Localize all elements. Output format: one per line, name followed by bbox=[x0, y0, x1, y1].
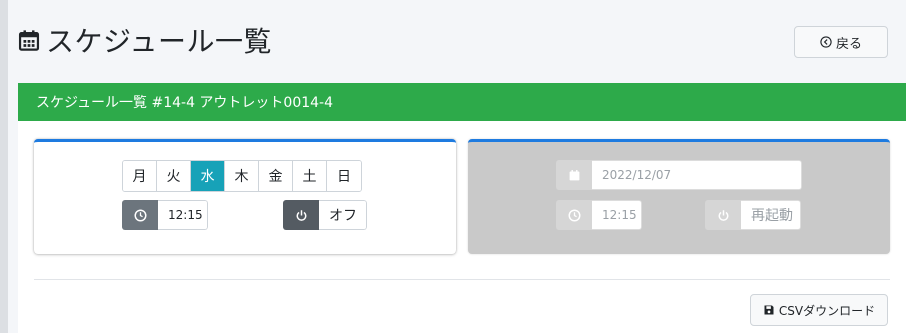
oneshot-action-group: 再起動 bbox=[705, 200, 801, 230]
day-thu[interactable]: 木 bbox=[225, 161, 259, 191]
oneshot-action-select[interactable]: 再起動 bbox=[741, 200, 801, 230]
oneshot-time-group: 12:15 bbox=[556, 200, 642, 230]
clock-icon bbox=[133, 208, 147, 222]
oneshot-date-addon bbox=[556, 160, 592, 190]
weekly-time-input[interactable]: 12:15 bbox=[158, 200, 208, 230]
day-mon[interactable]: 月 bbox=[123, 161, 157, 191]
weekly-power-addon bbox=[283, 200, 319, 230]
back-button-label: 戻る bbox=[835, 36, 862, 52]
day-selector: 月 火 水 木 金 土 日 bbox=[122, 160, 362, 192]
weekly-power-group: オフ bbox=[283, 200, 367, 230]
circle-arrow-left-icon bbox=[820, 36, 832, 48]
csv-download-label: CSVダウンロード bbox=[778, 303, 876, 318]
oneshot-time-input[interactable]: 12:15 bbox=[592, 200, 642, 230]
day-sun[interactable]: 日 bbox=[327, 161, 361, 191]
oneshot-clock-addon bbox=[556, 200, 592, 230]
section-divider bbox=[34, 279, 890, 280]
day-tue[interactable]: 火 bbox=[157, 161, 191, 191]
page-header: スケジュール一覧 戻る bbox=[18, 0, 888, 70]
calendar-icon bbox=[18, 30, 40, 51]
weekly-power-select[interactable]: オフ bbox=[319, 200, 367, 230]
back-button[interactable]: 戻る bbox=[794, 26, 888, 58]
save-icon bbox=[764, 305, 774, 315]
schedule-banner-text: スケジュール一覧 #14-4 アウトレット0014-4 bbox=[36, 95, 334, 111]
day-fri[interactable]: 金 bbox=[259, 161, 293, 191]
clock-icon bbox=[567, 208, 581, 222]
weekly-clock-addon bbox=[122, 200, 158, 230]
day-sat[interactable]: 土 bbox=[293, 161, 327, 191]
power-icon bbox=[718, 209, 728, 221]
day-wed[interactable]: 水 bbox=[191, 161, 225, 191]
power-icon bbox=[296, 209, 306, 221]
calendar-icon bbox=[569, 169, 579, 180]
csv-download-button[interactable]: CSVダウンロード bbox=[750, 294, 888, 326]
oneshot-date-group: 2022/12/07 bbox=[556, 160, 802, 190]
page-title-text: スケジュール一覧 bbox=[46, 25, 273, 58]
weekly-time-group: 12:15 bbox=[122, 200, 208, 230]
page-title: スケジュール一覧 bbox=[18, 20, 272, 60]
oneshot-date-input[interactable]: 2022/12/07 bbox=[592, 160, 802, 190]
oneshot-power-addon bbox=[705, 200, 741, 230]
schedule-banner: スケジュール一覧 #14-4 アウトレット0014-4 bbox=[18, 83, 906, 121]
left-edge-strip bbox=[0, 0, 8, 333]
weekly-schedule-card: 月 火 水 木 金 土 日 12:15 オフ bbox=[34, 139, 456, 254]
content-area: 月 火 水 木 金 土 日 12:15 オフ 2022/12/07 12:15 … bbox=[18, 121, 906, 333]
oneshot-schedule-card: 2022/12/07 12:15 再起動 bbox=[468, 139, 890, 254]
